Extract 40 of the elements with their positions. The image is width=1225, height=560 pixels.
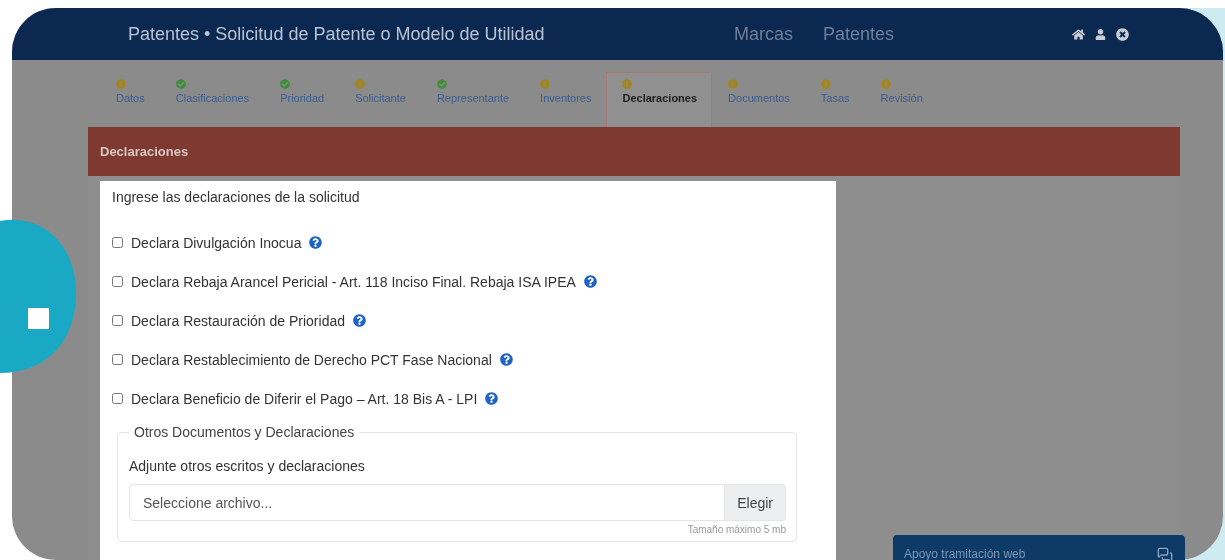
- help-icon[interactable]: [583, 275, 597, 288]
- declaration-label: Declara Divulgación Inocua: [131, 234, 302, 251]
- step-tab[interactable]: Tasas: [804, 72, 865, 127]
- close-icon[interactable]: [1116, 27, 1129, 41]
- checkbox[interactable]: [112, 393, 123, 404]
- chat-icon: [1157, 547, 1173, 560]
- home-icon[interactable]: [1072, 27, 1085, 41]
- help-icon[interactable]: [499, 353, 513, 366]
- declaration-label: Declara Rebaja Arancel Pericial - Art. 118 Inciso Final. Rebaja ISA IPEA: [131, 273, 576, 290]
- step-tab[interactable]: Documentos: [712, 72, 805, 127]
- step-tab[interactable]: Representante: [420, 72, 525, 127]
- field-label: Adjunte otros escritos y declaraciones: [129, 458, 366, 474]
- help-icon[interactable]: [309, 236, 323, 249]
- step-tab[interactable]: Datos: [100, 72, 160, 127]
- checkbox[interactable]: [112, 276, 123, 287]
- checkbox[interactable]: [112, 354, 123, 365]
- checkbox[interactable]: [112, 237, 123, 248]
- page-title: Patentes • Solicitud de Patente o Modelo de Utilidad: [128, 23, 546, 45]
- size-hint: Tamaño máximo 5 mb: [686, 524, 786, 535]
- panel-header: Declaraciones: [88, 127, 1180, 176]
- choose-button[interactable]: Elegir: [725, 484, 786, 521]
- file-input[interactable]: Seleccione archivo...: [129, 484, 726, 521]
- step-tab[interactable]: Revisión: [864, 72, 938, 127]
- nav-link[interactable]: Patentes: [823, 23, 895, 45]
- step-tab[interactable]: Inventores: [524, 72, 607, 127]
- help-icon[interactable]: [353, 314, 366, 327]
- declaration-label: Declara Restablecimiento de Derecho PCT Fase Nacional: [131, 351, 492, 368]
- declaration-label: Declara Beneficio de Diferir el Pago – Art. 18 Bis A - LPI: [131, 390, 478, 407]
- checkbox[interactable]: [112, 315, 123, 326]
- help-chat-bar[interactable]: Apoyo tramitación web: [893, 535, 1185, 560]
- intro-text: Ingrese las declaraciones de la solicitud: [112, 189, 361, 205]
- step-tab[interactable]: Clasificaciones: [159, 72, 265, 127]
- declaration-label: Declara Restauración de Prioridad: [131, 312, 345, 329]
- help-icon[interactable]: [485, 392, 499, 405]
- user-icon[interactable]: [1095, 28, 1106, 40]
- fieldset-legend: Otros Documentos y Declaraciones: [129, 424, 360, 440]
- step-tab[interactable]: Solicitante: [339, 72, 421, 127]
- step-tab[interactable]: Prioridad: [264, 72, 340, 127]
- step-tab[interactable]: Declaraciones: [606, 72, 713, 127]
- nav-link[interactable]: Marcas: [734, 23, 793, 45]
